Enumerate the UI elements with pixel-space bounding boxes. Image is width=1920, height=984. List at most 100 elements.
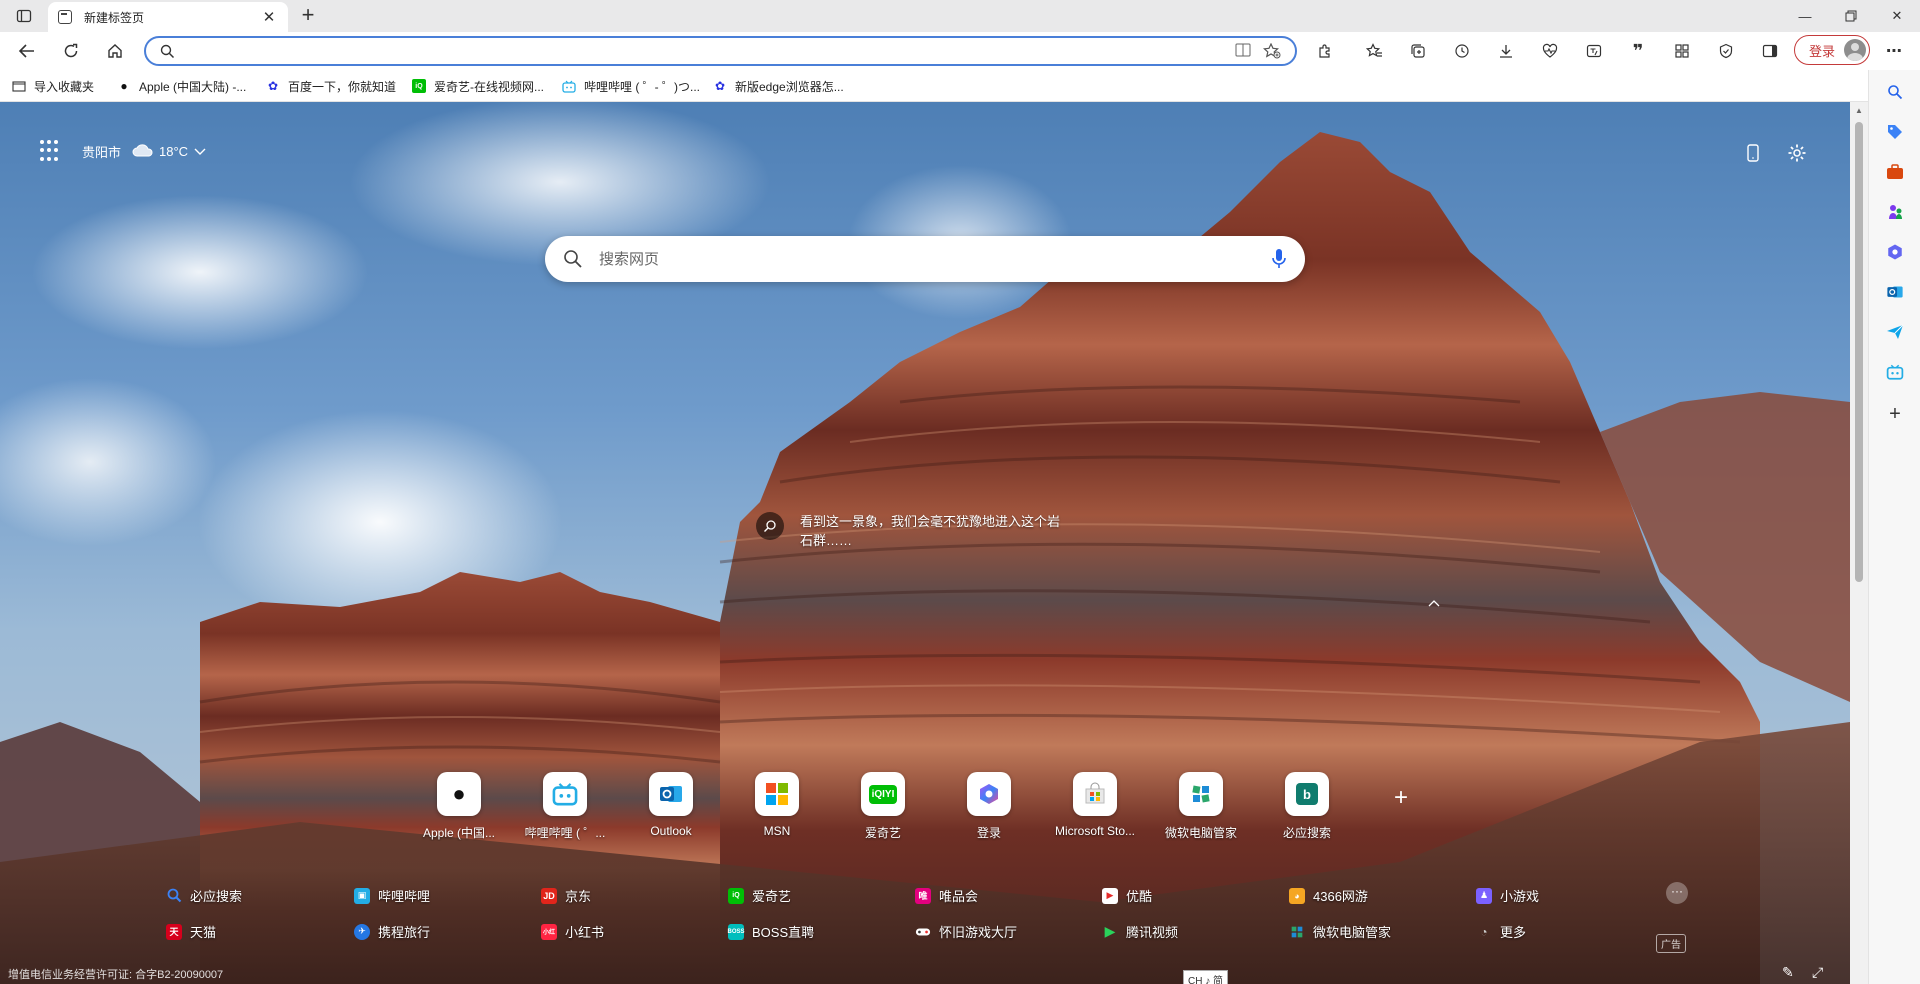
site-link-tmall[interactable]: 天 天猫 xyxy=(166,922,216,941)
send-icon[interactable] xyxy=(1885,322,1905,342)
quick-link-outlook[interactable]: Outlook xyxy=(618,772,724,838)
quick-link-bing[interactable]: b 必应搜索 xyxy=(1254,772,1360,841)
bilibili-icon[interactable] xyxy=(1885,362,1905,382)
quick-link-login[interactable]: 登录 xyxy=(936,772,1042,841)
ctrip-icon: ✈ xyxy=(354,923,370,940)
favorites-bar: 导入收藏夹 ● Apple (中国大陆) -... ✿ 百度一下，你就知道 iQ… xyxy=(0,70,1920,102)
minimize-button[interactable]: — xyxy=(1782,0,1828,32)
performance-icon[interactable] xyxy=(1538,40,1562,62)
site-link-tencent-video[interactable]: ▶ 腾讯视频 xyxy=(1102,922,1178,941)
new-tab-button[interactable]: + xyxy=(294,4,322,28)
favorites-icon[interactable] xyxy=(1362,40,1386,62)
favorite-item-iqiyi[interactable]: iQ 爱奇艺-在线视频网... xyxy=(412,76,544,96)
add-sidebar-app-icon[interactable]: + xyxy=(1885,403,1905,425)
mobile-icon[interactable] xyxy=(1740,140,1766,166)
quick-link-apple[interactable]: ● Apple (中国... xyxy=(406,772,512,841)
tab-strip: 新建标签页 ✕ + — ✕ xyxy=(0,0,1920,32)
games-chess-icon[interactable] xyxy=(1885,202,1905,222)
quick-link-store[interactable]: Microsoft Sto... xyxy=(1042,772,1148,838)
favorite-item-edge-guide[interactable]: ✿ 新版edge浏览器怎... xyxy=(713,76,844,96)
shopping-tag-icon[interactable] xyxy=(1885,122,1905,142)
tab-new-tab[interactable]: 新建标签页 ✕ xyxy=(48,2,288,32)
site-link-bing[interactable]: 必应搜索 xyxy=(166,886,242,905)
apps-launcher-icon[interactable] xyxy=(40,140,62,162)
sidebar-toggle-icon[interactable] xyxy=(1758,40,1782,62)
site-link-more[interactable]: ◔ 更多 xyxy=(1476,922,1526,941)
quick-link-iqiyi[interactable]: iQIYI 爱奇艺 xyxy=(830,772,936,841)
site-link-pc-manager[interactable]: 微软电脑管家 xyxy=(1289,922,1391,941)
game-icon: ♟ xyxy=(1476,887,1492,904)
site-link-vip[interactable]: 唯 唯品会 xyxy=(915,886,978,905)
site-link-iqiyi[interactable]: iQ 爱奇艺 xyxy=(728,886,791,905)
home-button[interactable] xyxy=(100,37,130,65)
chevron-down-icon[interactable] xyxy=(194,144,206,159)
translate-icon[interactable] xyxy=(1582,40,1606,62)
tab-title: 新建标签页 xyxy=(84,10,145,25)
web-search-box[interactable] xyxy=(545,236,1305,282)
address-bar[interactable] xyxy=(144,36,1297,66)
quick-link-label: 必应搜索 xyxy=(1282,826,1331,840)
favorite-item-bilibili[interactable]: 哔哩哔哩 ( ゜- ゜)つ... xyxy=(562,76,700,96)
m365-icon[interactable] xyxy=(1885,242,1905,262)
microphone-icon[interactable] xyxy=(1271,248,1287,273)
restore-button[interactable] xyxy=(1828,0,1874,32)
history-icon[interactable] xyxy=(1450,40,1474,62)
fullscreen-icon[interactable]: ⤢ xyxy=(1812,964,1823,981)
browser-essentials-icon[interactable] xyxy=(1714,40,1738,62)
back-button[interactable] xyxy=(12,37,42,65)
site-link-4366[interactable]: ◕ 4366网游 xyxy=(1289,886,1368,905)
site-link-label: 哔哩哔哩 xyxy=(378,889,431,904)
site-link-jd[interactable]: JD 京东 xyxy=(541,886,591,905)
address-input[interactable] xyxy=(186,42,1206,60)
quote-icon[interactable]: ❞ xyxy=(1626,40,1650,62)
image-caption[interactable]: 看到这一景象，我们会毫不犹豫地进入这个岩石群…… xyxy=(756,512,1066,550)
chevron-up-icon[interactable] xyxy=(1428,596,1440,610)
login-button[interactable]: 登录 xyxy=(1794,35,1870,65)
site-link-boss[interactable]: BOSS BOSS直聘 xyxy=(728,922,814,941)
apps-icon[interactable] xyxy=(1670,40,1694,62)
favorite-label: 哔哩哔哩 ( ゜- ゜)つ... xyxy=(584,79,700,94)
favorite-item-import[interactable]: 导入收藏夹 xyxy=(12,76,94,96)
license-text[interactable]: 增值电信业务经营许可证: 合字B2-20090007 xyxy=(8,966,223,982)
site-link-youku[interactable]: ▶ 优酷 xyxy=(1102,886,1152,905)
refresh-button[interactable] xyxy=(56,37,86,65)
ime-indicator[interactable]: CH ♪ 简 xyxy=(1183,970,1228,984)
favorite-label: 新版edge浏览器怎... xyxy=(735,79,844,94)
msn-icon xyxy=(755,772,799,816)
site-link-ctrip[interactable]: ✈ 携程旅行 xyxy=(354,922,430,941)
site-link-retro-games[interactable]: 怀旧游戏大厅 xyxy=(915,922,1017,941)
add-shortcut-icon[interactable]: + xyxy=(1394,784,1408,812)
more-options-icon[interactable]: ⋯ xyxy=(1882,40,1906,62)
favorite-item-apple[interactable]: ● Apple (中国大陆) -... xyxy=(117,76,246,96)
quick-link-pc-manager[interactable]: 微软电脑管家 xyxy=(1148,772,1254,841)
weather-city[interactable]: 贵阳市 xyxy=(82,142,121,161)
tab-actions-icon[interactable] xyxy=(8,4,40,28)
outlook-icon[interactable] xyxy=(1885,282,1905,302)
favorite-item-baidu[interactable]: ✿ 百度一下，你就知道 xyxy=(266,76,396,96)
site-link-xiaohongshu[interactable]: 小红 小红书 xyxy=(541,922,604,941)
site-link-label: 微软电脑管家 xyxy=(1313,925,1392,940)
extensions-icon[interactable] xyxy=(1313,40,1337,62)
image-search-icon[interactable] xyxy=(756,512,784,540)
site-link-bilibili[interactable]: ▣ 哔哩哔哩 xyxy=(354,886,430,905)
tab-close-icon[interactable]: ✕ xyxy=(260,8,278,26)
close-window-button[interactable]: ✕ xyxy=(1874,0,1920,32)
scrollbar-thumb[interactable] xyxy=(1855,122,1863,582)
quick-link-msn[interactable]: MSN xyxy=(724,772,830,838)
downloads-icon[interactable] xyxy=(1494,40,1518,62)
collections-icon[interactable] xyxy=(1406,40,1430,62)
reading-view-icon[interactable] xyxy=(1235,43,1251,60)
settings-gear-icon[interactable] xyxy=(1784,140,1810,166)
quick-link-bilibili[interactable]: 哔哩哔哩 ( ゜... xyxy=(512,772,618,841)
tools-briefcase-icon[interactable] xyxy=(1885,162,1905,182)
search-input[interactable] xyxy=(599,249,1229,269)
page-scrollbar[interactable]: ▲ xyxy=(1850,102,1868,984)
customize-pen-icon[interactable]: ✎ xyxy=(1782,964,1794,981)
site-link-label: BOSS直聘 xyxy=(752,925,815,940)
search-icon[interactable] xyxy=(1885,82,1905,102)
weather-temp[interactable]: 18°C xyxy=(159,144,188,159)
site-links-options-icon[interactable]: ··· xyxy=(1666,882,1688,904)
add-favorite-icon[interactable] xyxy=(1263,42,1281,62)
site-link-mini-games[interactable]: ♟ 小游戏 xyxy=(1476,886,1539,905)
scroll-up-icon[interactable]: ▲ xyxy=(1855,106,1863,115)
